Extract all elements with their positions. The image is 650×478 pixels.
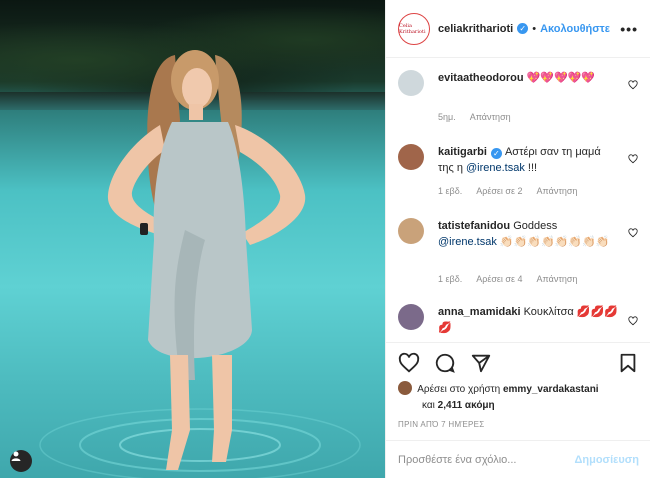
comment-time[interactable]: 5ημ.: [438, 112, 456, 122]
mention-link[interactable]: @irene.tsak: [466, 162, 525, 174]
comment-input[interactable]: [398, 453, 575, 466]
comment-text: anna_mamidaki Κουκλίτσα 💋💋💋💋: [438, 304, 618, 336]
comment-username[interactable]: evitaatheodorou: [438, 72, 524, 84]
liker-username[interactable]: emmy_vardakastani: [503, 384, 599, 395]
post-photo[interactable]: [0, 0, 385, 478]
photo-illustration: [39, 50, 361, 478]
comment-username[interactable]: tatistefanidou: [438, 220, 510, 232]
separator-dot: •: [532, 22, 537, 35]
comment-text: evitaatheodorou 💖💖💖💖💖: [438, 70, 618, 86]
likes-summary: Αρέσει στο χρήστη emmy_vardakastani και …: [398, 381, 643, 414]
post-date[interactable]: ΠΡΙΝ ΑΠΌ 7 ΗΜΈΡΕΣ: [398, 420, 485, 429]
comment-text: kaitigarbi ✓ Αστέρι σαν τη μαμά της η @ir…: [438, 144, 618, 176]
comment-item: anna_mamidaki Κουκλίτσα 💋💋💋💋: [398, 304, 638, 342]
liker-avatar[interactable]: [398, 381, 412, 395]
author-avatar-text: Celia Kritharioti: [399, 22, 426, 35]
comment-body: 💖💖💖💖💖: [526, 72, 596, 84]
comment-item: kaitigarbi ✓ Αστέρι σαν τη μαμά της η @ir…: [398, 144, 638, 204]
bookmark-icon[interactable]: [617, 352, 639, 374]
comment-likes[interactable]: Αρέσει σε 4: [476, 274, 522, 284]
likes-count[interactable]: 2,411 ακόμη: [438, 400, 495, 411]
heart-icon[interactable]: [628, 316, 638, 326]
author-avatar[interactable]: Celia Kritharioti: [398, 12, 430, 45]
comment-body: Goddess: [513, 220, 558, 232]
more-icon[interactable]: •••: [620, 21, 638, 37]
user-tag-icon[interactable]: [10, 450, 32, 472]
comment-item: tatistefanidou Goddess @irene.tsak 👏🏻👏🏻👏…: [398, 218, 638, 284]
post-header: Celia Kritharioti celiakritharioti ✓ • Α…: [386, 0, 650, 58]
mention-link[interactable]: @irene.tsak: [438, 236, 497, 248]
verified-badge-icon: ✓: [517, 23, 529, 34]
heart-icon[interactable]: [398, 352, 420, 374]
heart-icon[interactable]: [628, 154, 638, 164]
comment-username[interactable]: kaitigarbi: [438, 146, 487, 158]
comment-avatar[interactable]: [398, 218, 424, 244]
reply-button[interactable]: Απάντηση: [470, 112, 511, 122]
reply-button[interactable]: Απάντηση: [537, 186, 578, 196]
comments-list: evitaatheodorou 💖💖💖💖💖 5ημ. Απάντηση kait…: [386, 58, 650, 342]
comment-username[interactable]: anna_mamidaki: [438, 306, 521, 318]
add-comment-bar: Δημοσίευση: [386, 440, 650, 478]
verified-badge-icon: ✓: [490, 148, 502, 159]
comment-text: tatistefanidou Goddess @irene.tsak 👏🏻👏🏻👏…: [438, 218, 618, 250]
comment-time[interactable]: 1 εβδ.: [438, 274, 462, 284]
comment-meta: 1 εβδ. Αρέσει σε 4 Απάντηση: [438, 274, 589, 284]
comment-avatar[interactable]: [398, 144, 424, 170]
comment-body-end: !!!: [524, 162, 538, 174]
post-side-panel: Celia Kritharioti celiakritharioti ✓ • Α…: [385, 0, 650, 478]
comment-meta: 1 εβδ. Αρέσει σε 2 Απάντηση: [438, 186, 589, 196]
heart-icon[interactable]: [628, 228, 638, 238]
likes-prefix: Αρέσει στο χρήστη: [417, 384, 503, 395]
comment-time[interactable]: 1 εβδ.: [438, 186, 462, 196]
heart-icon[interactable]: [628, 80, 638, 90]
comment-item: evitaatheodorou 💖💖💖💖💖 5ημ. Απάντηση: [398, 70, 638, 130]
likes-and: και: [422, 400, 438, 411]
post-actions: [386, 342, 650, 382]
reply-button[interactable]: Απάντηση: [537, 274, 578, 284]
author-username[interactable]: celiakritharioti: [438, 23, 513, 35]
share-icon[interactable]: [470, 352, 492, 374]
comment-likes[interactable]: Αρέσει σε 2: [476, 186, 522, 196]
follow-button[interactable]: Ακολουθήστε: [540, 23, 610, 35]
comment-avatar[interactable]: [398, 304, 424, 330]
comment-meta: 5ημ. Απάντηση: [438, 112, 523, 122]
post-comment-button[interactable]: Δημοσίευση: [574, 454, 639, 466]
comment-avatar[interactable]: [398, 70, 424, 96]
comment-body-end: 👏🏻👏🏻👏🏻👏🏻👏🏻👏🏻👏🏻👏🏻: [496, 236, 610, 248]
comment-icon[interactable]: [434, 352, 456, 374]
